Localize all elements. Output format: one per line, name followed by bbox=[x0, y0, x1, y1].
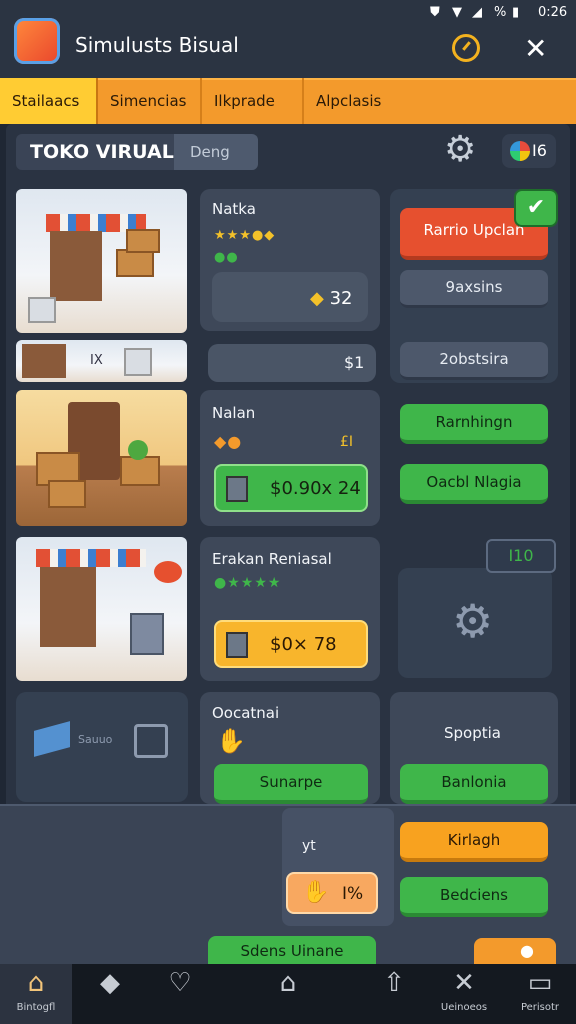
corner-badge: I10 bbox=[486, 539, 556, 573]
nav-tools[interactable]: ✕ Ueinoeos bbox=[428, 964, 500, 1024]
mini-label: IX bbox=[90, 353, 103, 368]
side-card-title: Spoptia bbox=[444, 724, 501, 742]
sub-label: £I bbox=[340, 434, 354, 450]
tab-ilkprade[interactable]: Ilkprade bbox=[200, 78, 302, 124]
app-title: Simulusts Bisual bbox=[75, 33, 239, 57]
nav-wallet[interactable]: ▭ Perisotr bbox=[504, 964, 576, 1024]
shop-title: TOKO VIRUAL bbox=[16, 134, 174, 170]
nav-export[interactable]: ⇧ bbox=[358, 964, 430, 1024]
tools-icon: ✕ bbox=[453, 968, 475, 998]
tab-stailaacs[interactable]: Stailaacs bbox=[0, 78, 98, 124]
level-indicator: ●● bbox=[214, 250, 239, 265]
item-name: Nalan bbox=[212, 404, 256, 422]
buy-price-button[interactable]: $0.90x 24 bbox=[214, 464, 368, 512]
price-label: ◆ 32 bbox=[310, 288, 353, 309]
green-action-button[interactable]: Sunarpe bbox=[214, 764, 368, 804]
nav-house[interactable]: ⌂ bbox=[252, 964, 324, 1024]
tertiary-button[interactable]: 2obstsira bbox=[400, 342, 548, 380]
crate-icon bbox=[134, 724, 168, 758]
chick-icon: ● bbox=[520, 941, 534, 960]
wifi-icon: ▼ bbox=[452, 5, 462, 20]
status-bar: ⛊ ▼ ◢ % ▮ 0:26 bbox=[0, 0, 576, 26]
orange-tab-button[interactable] bbox=[474, 938, 556, 964]
green-action-button-2[interactable]: Banlonia bbox=[400, 764, 548, 804]
green-action-button-bottom[interactable]: Sdens Uinane bbox=[208, 936, 376, 964]
badge-counter[interactable]: I6 bbox=[502, 134, 556, 168]
shield-icon: ⛊ bbox=[430, 5, 440, 20]
crate-icon bbox=[226, 476, 248, 502]
app-logo-icon bbox=[14, 18, 60, 64]
green-action-button-2[interactable]: Oacbl Nlagia bbox=[400, 464, 548, 504]
green-action-button[interactable]: Bedciens bbox=[400, 877, 548, 917]
category-label: Sauuo bbox=[78, 733, 113, 746]
orange-action-button[interactable]: Kirlagh bbox=[400, 822, 548, 862]
house-icon: ⌂ bbox=[279, 968, 297, 998]
home-icon: ⌂ bbox=[27, 968, 45, 998]
heart-icon: ♡ bbox=[168, 968, 192, 998]
wallet-icon: ▭ bbox=[527, 968, 553, 998]
store-image-3[interactable] bbox=[16, 537, 187, 681]
mini-price: $1 bbox=[344, 353, 365, 372]
discount-button[interactable]: ✋ I% bbox=[286, 872, 378, 914]
nav-heart[interactable]: ♡ bbox=[144, 964, 216, 1024]
hand-icon: ✋ bbox=[302, 880, 330, 905]
signal-icon: ◢ bbox=[472, 5, 482, 20]
gear-icon: ⚙ bbox=[452, 594, 494, 648]
green-action-button[interactable]: Rarnhingn bbox=[400, 404, 548, 444]
nav-home[interactable]: ⌂ Bintogfl bbox=[0, 964, 72, 1024]
offer-label: yt bbox=[302, 838, 316, 854]
shop-subtitle-button[interactable]: Deng bbox=[174, 134, 258, 170]
item-name: Natka bbox=[212, 200, 256, 218]
item-name: Oocatnai bbox=[212, 704, 280, 722]
battery-icon: ▮ bbox=[512, 5, 520, 20]
tab-alpclasis[interactable]: Alpclasis bbox=[302, 78, 410, 124]
item-name: Erakan Reniasal bbox=[212, 550, 332, 568]
status-time: 0:26 bbox=[538, 5, 568, 20]
timer-icon[interactable] bbox=[452, 34, 480, 62]
gear-icon[interactable]: ⚙ bbox=[444, 130, 476, 170]
check-icon: ✔ bbox=[516, 191, 556, 225]
battery-label: % bbox=[494, 5, 507, 20]
store-image-1[interactable] bbox=[16, 189, 187, 333]
store-image-2[interactable] bbox=[16, 390, 187, 526]
hand-icon: ✋ bbox=[216, 727, 246, 755]
tools-icon[interactable]: ✕ bbox=[524, 32, 547, 65]
buy-price-button[interactable]: $0× 78 bbox=[214, 620, 368, 668]
star-rating: ●★★★★ bbox=[214, 575, 282, 591]
crate-icon bbox=[226, 632, 248, 658]
box-icon: ◆● bbox=[214, 432, 243, 451]
coin-icon: ◆ bbox=[310, 288, 330, 309]
export-icon: ⇧ bbox=[383, 968, 405, 998]
tab-simencias[interactable]: Simencias bbox=[98, 78, 198, 124]
secondary-button[interactable]: 9axsins bbox=[400, 270, 548, 308]
nav-tag[interactable]: ◆ bbox=[74, 964, 146, 1024]
tag-icon: ◆ bbox=[100, 968, 120, 998]
star-rating: ★★★●◆ bbox=[214, 228, 276, 243]
